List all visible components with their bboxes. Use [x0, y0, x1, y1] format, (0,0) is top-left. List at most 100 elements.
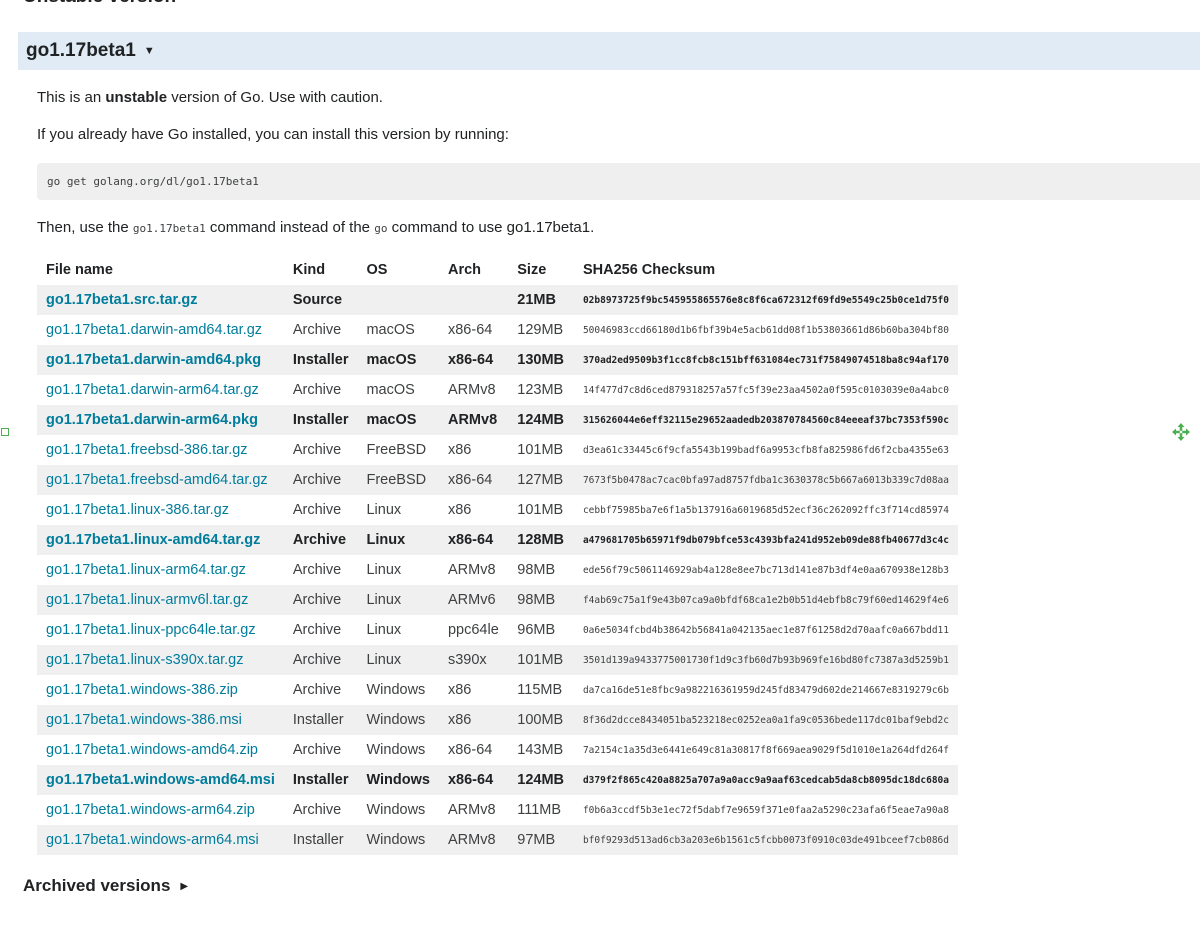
file-name-link[interactable]: go1.17beta1.windows-386.zip: [37, 675, 284, 705]
kind-cell: Installer: [283, 405, 358, 435]
unstable-emphasis: unstable: [105, 89, 168, 106]
table-row: go1.17beta1.linux-386.tar.gz Archive Linux…: [37, 495, 958, 525]
version-toggle-title: go1.17beta1: [26, 40, 136, 61]
os-cell: Windows: [366, 742, 426, 758]
os-cell: Linux: [366, 502, 402, 518]
arch-cell: ARMv8: [438, 405, 509, 435]
table-row: go1.17beta1.windows-386.msi Installer Wind…: [37, 705, 958, 735]
size-cell: 123MB: [517, 382, 564, 398]
checksum-cell: f4ab69c75a1f9e43b07ca9a0bfdf68ca1e2b0b51…: [573, 585, 958, 615]
arch-cell: x86: [447, 502, 472, 518]
size-cell: 124MB: [508, 765, 574, 795]
checksum-cell: 7a2154c1a35d3e6441e649c81a30817f8f669aea…: [582, 744, 949, 756]
file-name-link[interactable]: go1.17beta1.darwin-amd64.pkg: [37, 345, 284, 375]
archived-versions-title: Archived versions: [23, 876, 171, 895]
os-cell: macOS: [366, 322, 415, 338]
os-cell: Windows: [366, 802, 426, 818]
checksum-cell: 315626044e6eff32115e29652aadedb203870784…: [573, 405, 958, 435]
os-cell: FreeBSD: [357, 465, 439, 495]
file-name-link[interactable]: go1.17beta1.darwin-arm64.pkg: [37, 405, 284, 435]
table-row: go1.17beta1.darwin-amd64.tar.gz Archive ma…: [37, 315, 958, 345]
kind-cell: Archive: [292, 322, 342, 338]
arch-cell: x86-64: [438, 765, 509, 795]
checksum-cell: 8f36d2dcce8434051ba523218ec0252ea0a1fa9c…: [573, 705, 958, 735]
table-row: go1.17beta1.linux-s390x.tar.gz Archive Lin…: [37, 645, 958, 675]
file-name-link[interactable]: go1.17beta1.freebsd-386.tar.gz: [37, 435, 284, 465]
kind-cell: Archive: [283, 525, 358, 555]
file-name-link[interactable]: go1.17beta1.windows-386.msi: [37, 705, 284, 735]
size-cell: 101MB: [517, 502, 564, 518]
file-name-link[interactable]: go1.17beta1.linux-s390x.tar.gz: [37, 645, 284, 675]
arch-cell: x86-64: [447, 742, 493, 758]
table-row: go1.17beta1.freebsd-amd64.tar.gz Archive F…: [37, 465, 958, 495]
file-name-link[interactable]: go1.17beta1.freebsd-amd64.tar.gz: [37, 465, 284, 495]
downloads-table-body: go1.17beta1.src.tar.gz Source 21MB 02b89737…: [37, 285, 958, 855]
header-arch: Arch: [447, 262, 482, 278]
table-row: go1.17beta1.windows-amd64.msi Installer Wi…: [37, 765, 958, 795]
size-cell: 130MB: [508, 345, 574, 375]
archived-versions-toggle[interactable]: Archived versions ▶: [23, 876, 188, 896]
install-command-block[interactable]: go get golang.org/dl/go1.17beta1: [37, 163, 1200, 200]
arch-cell: ARMv8: [447, 382, 496, 398]
file-name-link[interactable]: go1.17beta1.windows-arm64.msi: [37, 825, 284, 855]
checksum-cell: 370ad2ed9509b3f1cc8fcb8c151bff631084ec73…: [573, 345, 958, 375]
caret-right-icon: ▶: [180, 880, 189, 892]
os-cell: [357, 285, 439, 315]
os-cell: Linux: [357, 525, 439, 555]
table-row: go1.17beta1.darwin-arm64.pkg Installer mac…: [37, 405, 958, 435]
checksum-cell: d3ea61c33445c6f9cfa5543b199badf6a9953cfb…: [582, 444, 949, 456]
os-cell: macOS: [357, 405, 439, 435]
checksum-cell: d379f2f865c420a8825a707a9a0acc9a9aaf63ce…: [573, 765, 958, 795]
arch-cell: x86-64: [438, 465, 509, 495]
table-row: go1.17beta1.linux-amd64.tar.gz Archive Lin…: [37, 525, 958, 555]
size-cell: 101MB: [508, 645, 574, 675]
install-command[interactable]: go get golang.org/dl/go1.17beta1: [47, 175, 259, 188]
arch-cell: ARMv6: [438, 585, 509, 615]
usage-instruction: Then, use the go1.17beta1 command instea…: [37, 219, 595, 236]
size-cell: 143MB: [517, 742, 564, 758]
selection-handle-icon: [1, 428, 9, 436]
file-name-link[interactable]: go1.17beta1.windows-amd64.msi: [37, 765, 284, 795]
arch-cell: [438, 285, 509, 315]
checksum-cell: 7673f5b0478ac7cac0bfa97ad8757fdba1c36303…: [573, 465, 958, 495]
file-name-link[interactable]: go1.17beta1.windows-amd64.zip: [37, 735, 284, 765]
size-cell: 124MB: [508, 405, 574, 435]
inline-code-go: go: [374, 222, 388, 235]
checksum-cell: 50046983ccd66180d1b6fbf39b4e5acb61dd08f1…: [582, 324, 949, 336]
kind-cell: Source: [283, 285, 358, 315]
checksum-cell: ede56f79c5061146929ab4a128e8ee7bc713d141…: [582, 564, 949, 576]
file-name-link[interactable]: go1.17beta1.linux-ppc64le.tar.gz: [37, 615, 284, 645]
size-cell: 111MB: [517, 802, 562, 818]
move-cursor-icon: [1172, 423, 1190, 441]
os-cell: Windows: [357, 825, 439, 855]
file-name-link[interactable]: go1.17beta1.linux-arm64.tar.gz: [37, 555, 284, 585]
file-name-link[interactable]: go1.17beta1.windows-arm64.zip: [37, 795, 284, 825]
file-name-link[interactable]: go1.17beta1.src.tar.gz: [37, 285, 284, 315]
file-name-link[interactable]: go1.17beta1.darwin-amd64.tar.gz: [37, 315, 284, 345]
downloads-table: File name Kind OS Arch Size SHA256 Check…: [37, 255, 958, 855]
downloads-page: Unstable version go1.17beta1 ▼ This is a…: [0, 0, 1200, 940]
kind-cell: Archive: [283, 465, 358, 495]
kind-cell: Archive: [292, 502, 342, 518]
header-file-name: File name: [46, 262, 113, 278]
header-os: OS: [366, 262, 388, 278]
file-name-link[interactable]: go1.17beta1.linux-amd64.tar.gz: [37, 525, 284, 555]
checksum-cell: bf0f9293d513ad6cb3a203e6b1561c5fcbb0073f…: [573, 825, 958, 855]
os-cell: macOS: [366, 382, 415, 398]
checksum-cell: a479681705b65971f9db079bfce53c4393bfa241…: [573, 525, 958, 555]
table-row: go1.17beta1.windows-arm64.zip Archive Wind…: [37, 795, 958, 825]
size-cell: 127MB: [508, 465, 574, 495]
arch-cell: ARMv8: [447, 562, 496, 578]
version-toggle[interactable]: go1.17beta1 ▼: [18, 32, 1200, 70]
os-cell: Windows: [366, 682, 426, 698]
file-name-link[interactable]: go1.17beta1.linux-armv6l.tar.gz: [37, 585, 284, 615]
checksum-cell: f0b6a3ccdf5b3e1ec72f5dabf7e9659f371e0faa…: [582, 804, 949, 816]
table-row: go1.17beta1.linux-ppc64le.tar.gz Archive L…: [37, 615, 958, 645]
arch-cell: x86-64: [438, 525, 509, 555]
kind-cell: Archive: [292, 682, 342, 698]
file-name-link[interactable]: go1.17beta1.darwin-arm64.tar.gz: [37, 375, 284, 405]
header-kind: Kind: [292, 262, 326, 278]
size-cell: 21MB: [508, 285, 574, 315]
size-cell: 128MB: [508, 525, 574, 555]
file-name-link[interactable]: go1.17beta1.linux-386.tar.gz: [37, 495, 284, 525]
